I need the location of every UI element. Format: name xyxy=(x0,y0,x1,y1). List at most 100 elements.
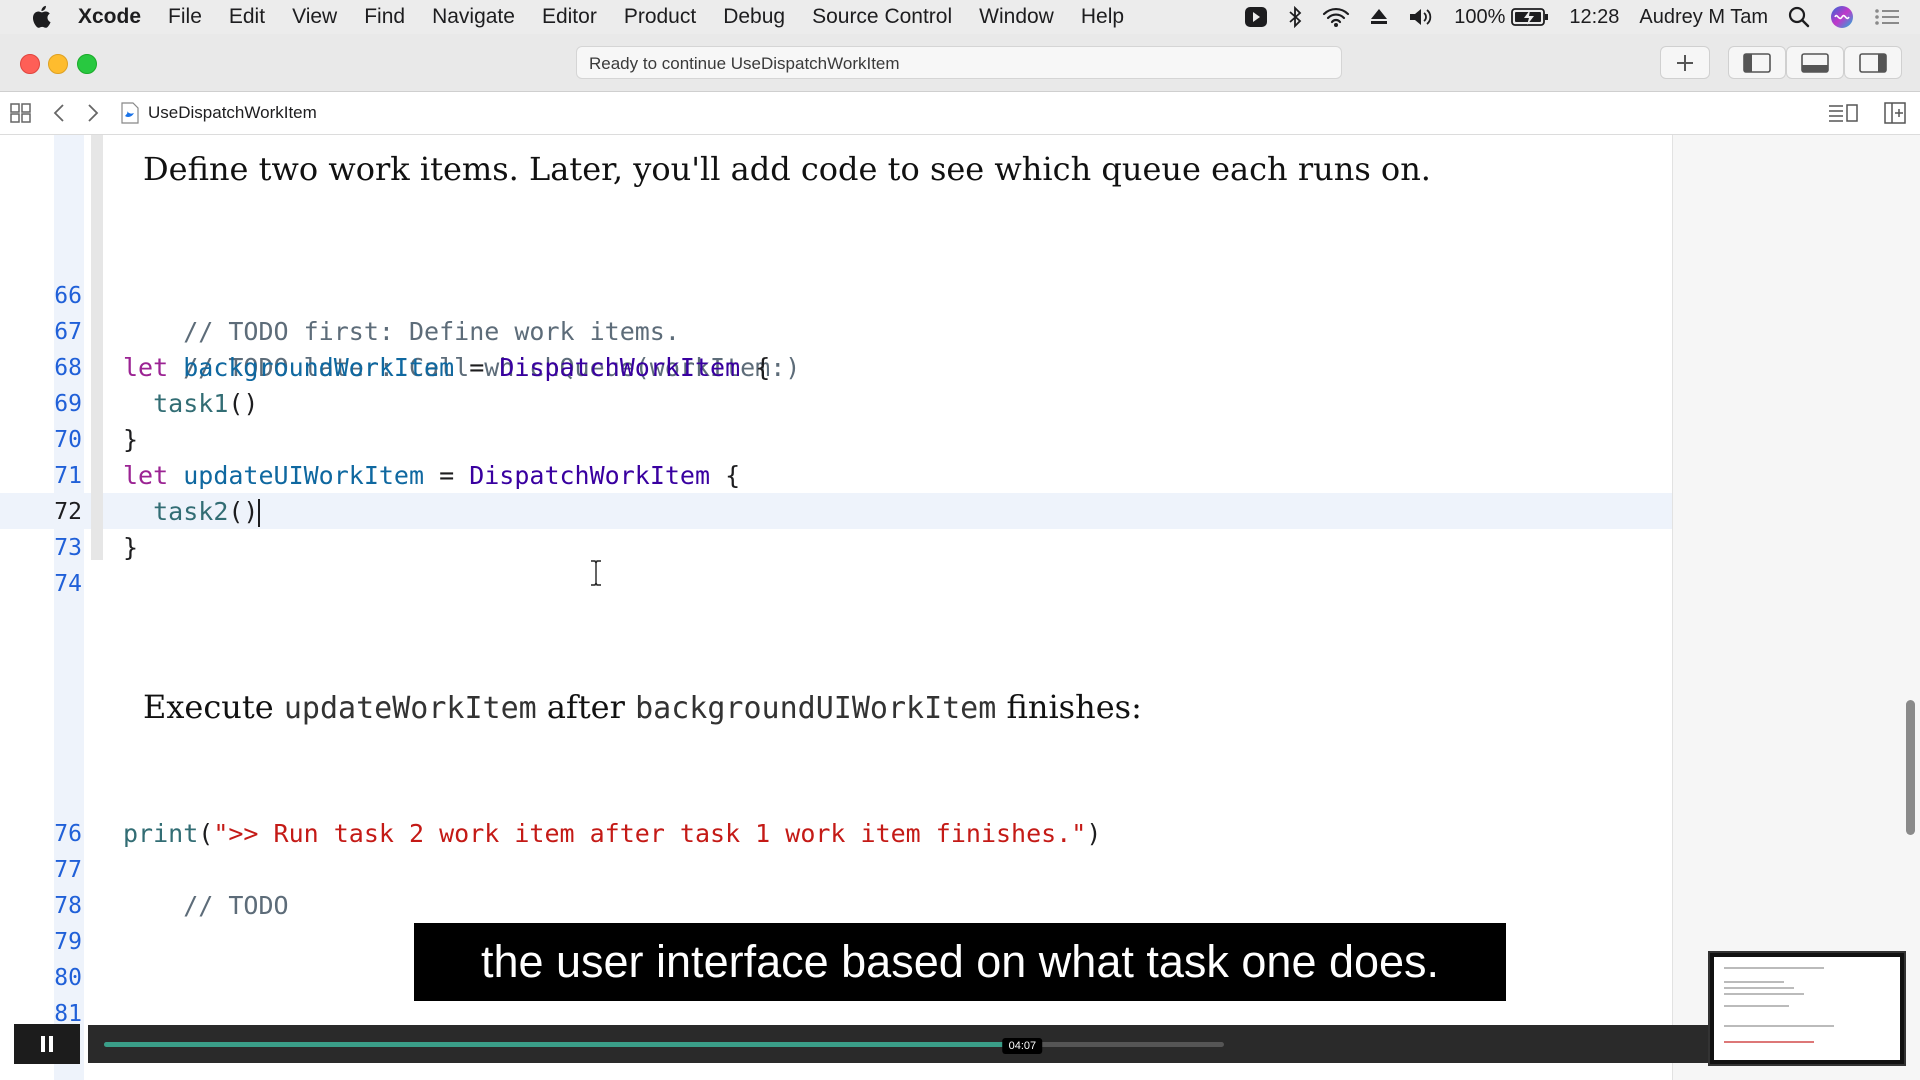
menu-find[interactable]: Find xyxy=(364,5,405,29)
code-folding-ribbon[interactable] xyxy=(91,135,103,560)
navigator-panel-icon xyxy=(1743,52,1771,73)
close-brace: } xyxy=(123,533,139,562)
screen-record-icon[interactable] xyxy=(1244,6,1268,28)
battery-charging-icon[interactable] xyxy=(1511,7,1549,27)
line-number: 68 xyxy=(54,355,82,381)
related-items-grid-icon[interactable] xyxy=(10,103,32,123)
text-cursor xyxy=(258,499,261,527)
code-line-71[interactable]: let updateUIWorkItem = DispatchWorkItem … xyxy=(123,458,740,494)
inspector-panel-icon xyxy=(1859,52,1887,73)
pause-button[interactable] xyxy=(14,1024,80,1064)
code-line-68[interactable]: let backgroundWorkItem = DispatchWorkIte… xyxy=(123,350,770,386)
battery-percentage: 100% xyxy=(1454,5,1506,28)
menu-app-xcode[interactable]: Xcode xyxy=(78,5,141,29)
back-chevron-icon[interactable] xyxy=(52,103,66,123)
function-call-task2: task2 xyxy=(153,497,229,526)
keyword-let: let xyxy=(123,353,169,382)
type-dispatch-work-item: DispatchWorkItem xyxy=(499,353,741,382)
identifier-update-ui-work-item: updateUIWorkItem xyxy=(183,461,425,490)
string-literal: ">> Run task 2 work item after task 1 wo… xyxy=(213,819,1087,848)
line-number: 79 xyxy=(54,929,82,955)
bluetooth-icon[interactable] xyxy=(1288,6,1302,28)
function-call-task1: task1 xyxy=(153,389,229,418)
thumbnail-line xyxy=(1724,1025,1834,1027)
code-line-72[interactable]: task2() xyxy=(123,494,261,530)
plus-icon xyxy=(1677,54,1693,71)
playground-file-icon xyxy=(121,102,139,124)
toggle-navigator-button[interactable] xyxy=(1728,46,1786,79)
notification-center-icon[interactable] xyxy=(1874,7,1900,27)
call-parens: () xyxy=(228,389,259,418)
seek-bar[interactable]: 04:07 xyxy=(104,1038,1224,1054)
seek-timestamp: 04:07 xyxy=(1002,1038,1043,1054)
apple-menu-icon[interactable] xyxy=(30,5,52,29)
menu-editor[interactable]: Editor xyxy=(542,5,597,29)
menu-bar: Xcode File Edit View Find Navigate Edito… xyxy=(0,0,1920,35)
user-name[interactable]: Audrey M Tam xyxy=(1639,6,1768,29)
editor-options-icon[interactable] xyxy=(1828,103,1858,123)
line-number: 73 xyxy=(54,535,82,561)
call-parens: () xyxy=(228,497,259,526)
video-thumbnail-preview[interactable] xyxy=(1708,951,1906,1066)
inline-code-background-ui-work-item: backgroundUIWorkItem xyxy=(635,691,997,726)
pause-icon xyxy=(41,1036,53,1052)
code-line-69[interactable]: task1() xyxy=(123,386,258,422)
volume-icon[interactable] xyxy=(1408,6,1434,28)
ibeam-cursor-icon xyxy=(591,560,601,586)
thumbnail-line xyxy=(1724,1041,1814,1043)
wifi-icon[interactable] xyxy=(1322,6,1350,28)
function-call-print: print xyxy=(123,819,199,848)
menu-file[interactable]: File xyxy=(168,5,202,29)
line-number: 74 xyxy=(54,571,82,597)
type-dispatch-work-item: DispatchWorkItem xyxy=(469,461,711,490)
menu-navigate[interactable]: Navigate xyxy=(432,5,515,29)
code-line-73[interactable]: } xyxy=(123,530,138,566)
menu-debug[interactable]: Debug xyxy=(723,5,785,29)
markup-text-define-work-items: Define two work items. Later, you'll add… xyxy=(143,150,1431,188)
prose-text: Execute xyxy=(143,688,284,726)
inline-code-update-work-item: updateWorkItem xyxy=(283,691,537,726)
code-comment: // TODO xyxy=(183,891,289,920)
line-number: 67 xyxy=(54,319,82,345)
eject-icon[interactable] xyxy=(1370,7,1388,27)
line-number: 70 xyxy=(54,427,82,453)
keyword-let: let xyxy=(123,461,169,490)
add-editor-icon[interactable] xyxy=(1884,102,1906,124)
menu-source-control[interactable]: Source Control xyxy=(812,5,952,29)
minimize-window-button[interactable] xyxy=(48,54,68,74)
menu-window[interactable]: Window xyxy=(979,5,1054,29)
menu-edit[interactable]: Edit xyxy=(229,5,265,29)
minimap-area xyxy=(1672,135,1920,1080)
siri-icon[interactable] xyxy=(1830,5,1854,29)
close-window-button[interactable] xyxy=(20,54,40,74)
window-toolbar: Ready to continue UseDispatchWorkItem xyxy=(0,34,1920,92)
seek-bar-played xyxy=(104,1042,1023,1047)
open-paren: ( xyxy=(198,819,214,848)
code-line-77[interactable]: // TODO xyxy=(123,852,289,960)
thumbnail-line xyxy=(1724,1005,1789,1007)
debug-panel-icon xyxy=(1801,52,1829,73)
close-brace: } xyxy=(123,425,139,454)
activity-status-bar: Ready to continue UseDispatchWorkItem xyxy=(576,46,1342,79)
video-caption: the user interface based on what task on… xyxy=(414,923,1506,1001)
menu-help[interactable]: Help xyxy=(1081,5,1124,29)
breadcrumb-file[interactable]: UseDispatchWorkItem xyxy=(148,103,317,123)
zoom-window-button[interactable] xyxy=(77,54,97,74)
spotlight-search-icon[interactable] xyxy=(1788,6,1810,28)
toggle-inspector-button[interactable] xyxy=(1844,46,1902,79)
jump-bar: UseDispatchWorkItem xyxy=(0,92,1920,135)
close-paren: ) xyxy=(1086,819,1102,848)
thumbnail-screen xyxy=(1714,957,1900,1060)
code-line-76[interactable]: print(">> Run task 2 work item after tas… xyxy=(123,816,1101,852)
open-brace: { xyxy=(740,353,771,382)
line-number: 69 xyxy=(54,391,82,417)
toggle-debug-area-button[interactable] xyxy=(1786,46,1844,79)
code-line-70[interactable]: } xyxy=(123,422,138,458)
forward-chevron-icon[interactable] xyxy=(86,103,100,123)
menu-view[interactable]: View xyxy=(292,5,337,29)
menu-product[interactable]: Product xyxy=(624,5,696,29)
library-button[interactable] xyxy=(1660,46,1710,79)
markup-text-execute-after: Execute updateWorkItem after backgroundU… xyxy=(143,688,1142,726)
clock[interactable]: 12:28 xyxy=(1569,6,1619,29)
vertical-scrollbar[interactable] xyxy=(1906,700,1915,835)
